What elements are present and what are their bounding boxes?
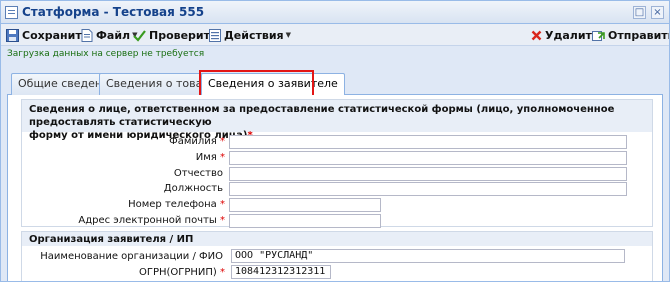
name-input[interactable] bbox=[229, 151, 627, 165]
delete-button[interactable]: Удалить bbox=[531, 27, 599, 43]
section2-title: Организация заявителя / ИП bbox=[29, 234, 194, 245]
position-input[interactable] bbox=[229, 182, 627, 196]
surname-input[interactable] bbox=[229, 135, 627, 149]
statform-window: Статформа - Тестовая 555 □ × Сохранить Ф… bbox=[0, 0, 670, 282]
window-titlebar: Статформа - Тестовая 555 □ × bbox=[1, 1, 669, 24]
tab-applicant-info[interactable]: Сведения о заявителе bbox=[201, 73, 345, 96]
actions-menu-button[interactable]: Действия ▼ bbox=[209, 27, 291, 43]
delete-icon bbox=[531, 30, 542, 40]
patronymic-label: Отчество bbox=[173, 168, 223, 179]
save-button[interactable]: Сохранить bbox=[6, 27, 89, 43]
send-icon bbox=[592, 30, 605, 41]
maximize-icon[interactable]: □ bbox=[633, 6, 646, 19]
position-label: Должность bbox=[163, 183, 223, 194]
window-title: Статформа - Тестовая 555 bbox=[22, 5, 205, 19]
name-label: Имя * bbox=[195, 152, 225, 163]
check-button[interactable]: Проверить bbox=[133, 27, 217, 43]
ogrn-label: ОГРН(ОГРНИП) * bbox=[138, 267, 225, 278]
actions-icon bbox=[209, 28, 221, 42]
toolbar: Сохранить Файл ▼ Проверить Действия ▼ Уд… bbox=[1, 24, 669, 46]
save-icon bbox=[6, 28, 19, 42]
ogrn-input[interactable]: 108412312312311 bbox=[231, 265, 331, 279]
checkmark-icon bbox=[133, 29, 146, 42]
file-menu-button[interactable]: Файл ▼ bbox=[81, 27, 138, 43]
phone-label: Номер телефона * bbox=[128, 199, 225, 210]
surname-label: Фамилия * bbox=[169, 136, 225, 147]
form-icon bbox=[5, 6, 18, 19]
file-icon bbox=[81, 28, 93, 42]
phone-input[interactable] bbox=[229, 198, 381, 212]
send-button[interactable]: Отправить bbox=[592, 27, 669, 43]
close-icon[interactable]: × bbox=[651, 6, 664, 19]
patronymic-input[interactable] bbox=[229, 167, 627, 181]
org-name-label: Наименование организации / ФИО bbox=[40, 251, 223, 262]
email-label: Адрес электронной почты * bbox=[78, 215, 225, 226]
org-name-input[interactable]: ООО "РУСЛАНД" bbox=[231, 249, 625, 263]
email-input[interactable] bbox=[229, 214, 381, 228]
chevron-down-icon: ▼ bbox=[285, 31, 291, 39]
tab-strip: Общие сведения Сведения о товарах Сведен… bbox=[7, 69, 663, 96]
status-message: Загрузка данных на сервер не требуется bbox=[7, 49, 205, 59]
